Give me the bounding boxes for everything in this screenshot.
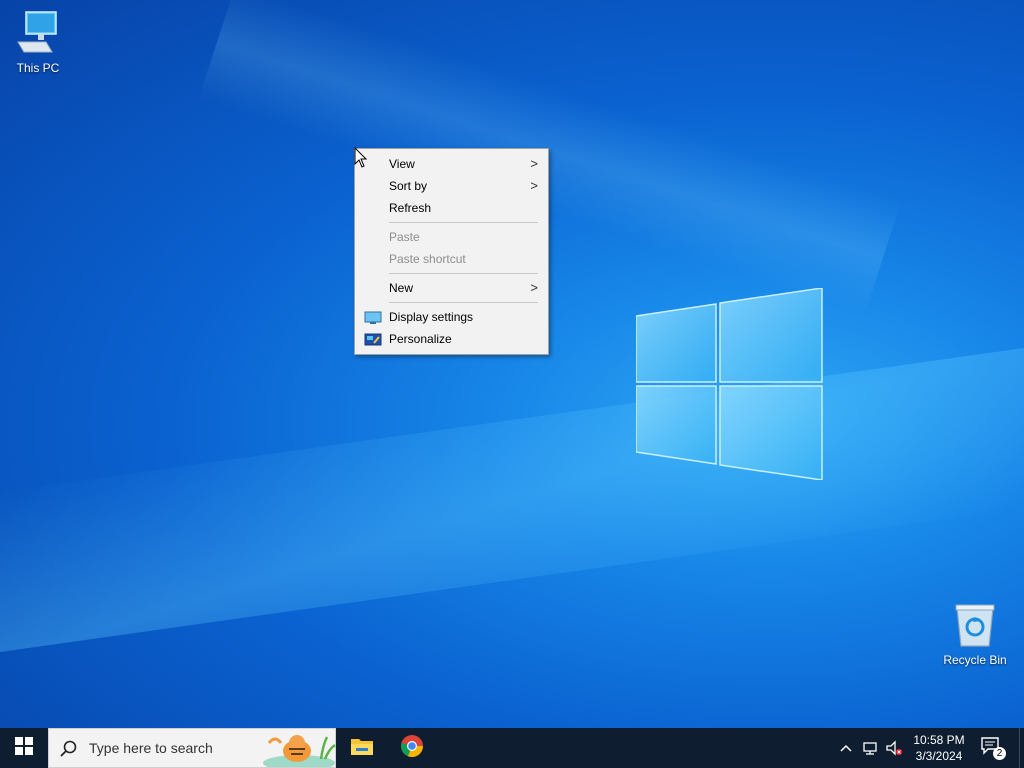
wallpaper-windows-logo (635, 287, 824, 481)
menu-item-label: Sort by (389, 179, 428, 193)
chevron-up-icon[interactable] (836, 738, 856, 758)
this-pc-icon (0, 8, 76, 59)
recycle-bin-icon (937, 602, 1013, 651)
menu-item-label: Refresh (389, 201, 432, 215)
windows-start-icon (15, 736, 33, 760)
desktop-icon-label: Recycle Bin (943, 653, 1007, 667)
menu-item-view[interactable]: View > (355, 153, 548, 175)
clock-time: 10:58 PM (913, 733, 965, 747)
menu-separator (389, 222, 538, 223)
desktop-context-menu: View > Sort by > Refresh Paste Paste sho… (354, 148, 549, 355)
file-explorer-icon (350, 736, 374, 761)
network-icon[interactable] (860, 738, 880, 758)
menu-item-new[interactable]: New > (355, 277, 548, 299)
menu-item-label: View (389, 157, 415, 171)
chevron-right-icon: > (530, 156, 538, 171)
desktop-icon-label: This PC (16, 61, 60, 75)
display-settings-icon (364, 310, 382, 324)
menu-item-paste: Paste (355, 226, 548, 248)
notification-count-badge: 2 (993, 747, 1006, 760)
menu-item-display-settings[interactable]: Display settings (355, 306, 548, 328)
chevron-right-icon: > (530, 280, 538, 295)
taskbar-file-explorer[interactable] (338, 728, 386, 768)
chevron-right-icon: > (530, 178, 538, 193)
start-button[interactable] (0, 728, 48, 768)
menu-item-label: New (389, 281, 414, 295)
taskbar-clock[interactable]: 10:58 PM 3/3/2024 (908, 732, 970, 764)
mouse-cursor-icon (354, 146, 368, 169)
desktop-icon-recycle-bin[interactable]: Recycle Bin (937, 602, 1013, 667)
taskbar-chrome[interactable] (388, 728, 436, 768)
desktop-icon-this-pc[interactable]: This PC (0, 8, 76, 75)
menu-item-personalize[interactable]: Personalize (355, 328, 548, 350)
taskbar-search-box[interactable]: Type here to search (48, 728, 336, 768)
personalize-icon (364, 332, 382, 346)
menu-item-paste-shortcut: Paste shortcut (355, 248, 548, 270)
taskbar: Type here to search 10:58 PM 3/3/2024 2 (0, 728, 1024, 768)
wallpaper-light-ray (0, 348, 1024, 652)
search-highlight-tiger-icon (259, 729, 337, 768)
menu-item-sort-by[interactable]: Sort by > (355, 175, 548, 197)
wallpaper-light-ray (198, 0, 902, 316)
search-placeholder: Type here to search (89, 740, 213, 756)
clock-date: 3/3/2024 (915, 749, 963, 763)
menu-item-label: Personalize (389, 332, 452, 346)
search-icon (59, 739, 79, 759)
volume-muted-icon[interactable] (884, 738, 904, 758)
menu-item-label: Display settings (389, 310, 474, 324)
show-desktop-button[interactable] (1019, 728, 1024, 768)
menu-separator (389, 273, 538, 274)
menu-item-label: Paste shortcut (389, 252, 466, 266)
chrome-icon (400, 734, 424, 763)
menu-item-label: Paste (389, 230, 420, 244)
menu-separator (389, 302, 538, 303)
menu-item-refresh[interactable]: Refresh (355, 197, 548, 219)
action-center-button[interactable]: 2 (980, 736, 1006, 760)
